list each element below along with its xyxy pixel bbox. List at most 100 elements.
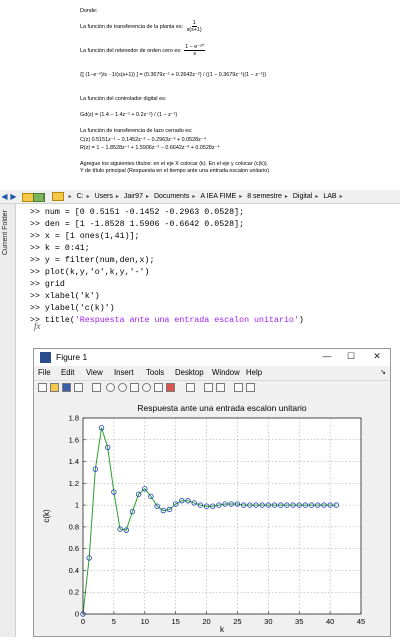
path-chevron-icon: ▸ [339,194,343,200]
console-line: >> den = [1 -1.8528 1.5906 -0.6642 0.052… [30,220,245,229]
doc-retenedor: La función del retenedor de orden cero e… [80,44,206,57]
figure-menubar: File Edit View Insert Tools Desktop Wind… [34,367,390,380]
browse-folder-icon[interactable] [31,192,45,202]
legend-icon[interactable] [216,383,225,392]
folder-icon [51,192,64,201]
doc-z-transform: ζ[ (1−e⁻ˢ)/s · 1/(s(s+1)) ] = (0.3679z⁻¹… [80,72,267,78]
doc-lazo: La función de transferencia de lazo cerr… [80,128,193,134]
rotate-icon[interactable] [142,383,151,392]
doc-planta-prefix: La función de transferencia de la planta… [80,23,184,30]
document-area: Donde: La función de transferencia de la… [0,0,400,188]
console-line: >> ylabel('c(k)') [30,304,115,313]
pan-icon[interactable] [130,383,139,392]
doc-donde: Donde: [80,8,98,14]
open-file-icon[interactable] [50,383,59,392]
doc-planta-den: s(s+1) [186,27,202,33]
y-tick-label: 0.8 [69,522,79,531]
up-folder-icon[interactable] [20,192,34,202]
menu-insert[interactable]: Insert [114,368,134,377]
show-plot-tools-icon[interactable] [246,383,255,392]
y-tick-label: 0.2 [69,588,79,597]
data-cursor-icon[interactable] [154,383,163,392]
plot-area: 0 5 10 15 20 25 30 35 40 45 0 0.2 0.4 0.6 0.8 1 1.2 1.4 1.… [34,395,390,636]
menu-desktop[interactable]: Desktop [175,368,204,377]
doc-agregue-1: Agregue los siguientes títulos: en el ej… [80,161,269,167]
minimize-button[interactable]: — [320,351,334,361]
menu-file[interactable]: File [38,368,51,377]
pointer-icon[interactable] [92,383,101,392]
menu-help[interactable]: Help [246,368,262,377]
brush-icon[interactable] [166,383,175,392]
menu-dock-arrow-icon[interactable]: ↘ [380,368,386,376]
fx-icon[interactable]: fx [34,321,41,331]
maximize-button[interactable]: ☐ [344,351,358,362]
path-chevron-icon: ▸ [145,194,149,200]
console-line: >> num = [0 0.5151 -0.1452 -0.2963 0.052… [30,208,245,217]
path-segment[interactable]: Documents [154,193,189,200]
back-arrow-icon[interactable]: ◀ [0,192,9,201]
path-segment[interactable]: A IEA FIME [200,193,236,200]
current-folder-label: Current Folder [2,210,9,256]
axes-background[interactable] [83,418,361,614]
close-button[interactable]: ✕ [370,351,384,362]
path-segment[interactable]: Jair97 [124,193,143,200]
figure-toolbar [34,380,390,396]
console-line: >> plot(k,y,'o',k,y,'-') [30,268,150,277]
menu-edit[interactable]: Edit [61,368,74,377]
doc-retenedor-num: 1 − e⁻ˢᵀ [184,44,206,51]
save-icon[interactable] [62,383,71,392]
doc-planta: La función de transferencia de la planta… [80,20,203,33]
menu-tools[interactable]: Tools [146,368,164,377]
figure-title: Figure 1 [56,352,88,362]
x-tick-label: 0 [81,617,85,626]
y-axis-label: c(k) [42,509,51,523]
print-icon[interactable] [74,383,83,392]
path-chevron-icon: ▸ [284,194,288,200]
path-segment[interactable]: LAB [323,193,336,200]
x-tick-label: 15 [171,617,179,626]
path-chevron-icon: ▸ [315,194,319,200]
doc-controlador: La función del controlador digital es: [80,96,167,102]
y-tick-label: 1 [75,501,79,510]
x-tick-label: 10 [141,617,149,626]
path-segment[interactable]: Users [95,193,113,200]
console-line: >> x = [1 ones(1,41)]; [30,232,140,241]
doc-cz-den: R(z) = 1 − 1.8528z⁻¹ + 1.5906z⁻² − 0.664… [80,145,220,151]
chart-title: Respuesta ante una entrada escalon unita… [137,403,306,413]
console-line: >> k = 0:41; [30,244,90,253]
zoom-out-icon[interactable] [118,383,127,392]
hide-plot-tools-icon[interactable] [234,383,243,392]
path-chevron-icon: ▸ [86,194,90,200]
y-tick-label: 1.2 [69,479,79,488]
doc-retenedor-den: s [193,51,197,57]
doc-retenedor-prefix: La función del retenedor de orden cero e… [80,47,182,54]
path-segment[interactable]: 8 semestre [247,193,282,200]
figure-titlebar[interactable]: Figure 1 — ☐ ✕ [34,349,390,366]
colorbar-icon[interactable] [204,383,213,392]
menu-view[interactable]: View [86,368,103,377]
doc-agregue-2: Y de título principal (Respuesta en el t… [80,168,269,174]
menu-window[interactable]: Window [212,368,240,377]
new-figure-icon[interactable] [38,383,47,392]
console-line: >> title('Respuesta ante una entrada esc… [30,316,304,325]
x-tick-label: 40 [326,617,334,626]
x-tick-label: 20 [202,617,210,626]
path-segment[interactable]: Digital [293,193,312,200]
path-chevron-icon: ▸ [115,194,119,200]
chart-svg: 0 5 10 15 20 25 30 35 40 45 0 0.2 0.4 0.6 0.8 1 1.2 1.4 1.… [42,403,365,634]
path-chevron-icon: ▸ [192,194,196,200]
y-tick-label: 0.6 [69,544,79,553]
figure-window[interactable]: Figure 1 — ☐ ✕ File Edit View Insert Too… [33,348,391,637]
forward-arrow-icon[interactable]: ▶ [9,192,18,201]
link-plot-icon[interactable] [186,383,195,392]
y-tick-label: 0.4 [69,566,79,575]
current-folder-panel[interactable]: Current Folder [0,204,16,637]
matlab-logo-icon [40,352,51,363]
string-literal: 'Respuesta ante una entrada escalon unit… [74,316,299,325]
path-toolbar: ◀ ▶ | ▸ C: ▸ Users ▸ Jair97 ▸ Documents … [0,190,400,204]
doc-gd: Gd(z) = (1.4 − 1.4z⁻¹ + 0.2z⁻²) / (1 − z… [80,112,178,118]
zoom-in-icon[interactable] [106,383,115,392]
x-tick-label: 25 [233,617,241,626]
y-tick-label: 1.6 [69,435,79,444]
path-segment[interactable]: C: [77,193,84,200]
